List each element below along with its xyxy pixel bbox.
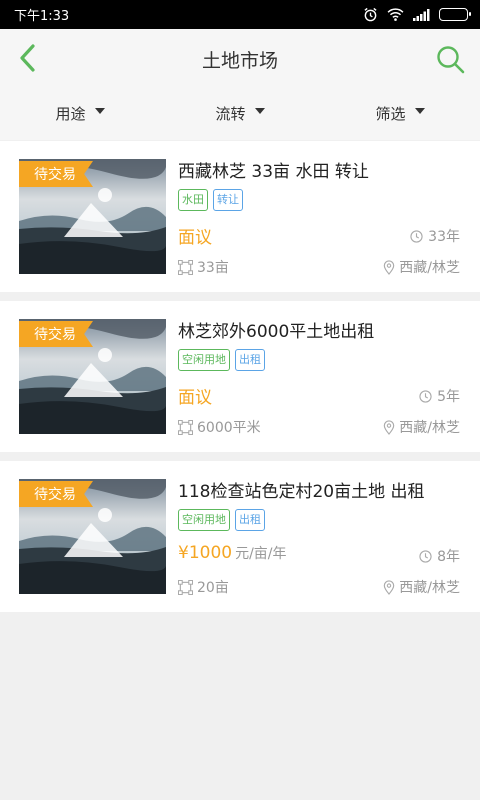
filter-transfer-label: 流转 [215,104,246,123]
price-unit: 元/亩/年 [235,546,287,562]
status-time: 下午1:33 [14,9,70,24]
status-badge-label: 待交易 [34,327,76,343]
tag-list: 水田 转让 [178,189,243,211]
location-pin-icon [383,579,395,595]
location-pin-icon [383,259,395,275]
area-icon [178,259,193,275]
land-area: 6000平米 [178,417,261,437]
price-value: 面议 [178,228,212,248]
listing-title: 西藏林芝 33亩 水田 转让 [178,162,369,182]
listing-location: 西藏/林芝 [383,577,460,597]
land-area: 20亩 [178,577,229,597]
land-area-value: 20亩 [197,580,229,596]
status-icons [363,7,471,22]
listing-thumbnail: 待交易 [19,159,166,274]
listing-title: 林芝郊外6000平土地出租 [178,322,375,342]
price-value: ¥1000 [178,543,233,563]
lease-term-value: 8年 [437,549,460,565]
status-badge: 待交易 [19,321,93,347]
listing-price: ¥1000 元/亩/年 [178,543,287,563]
listing-card[interactable]: 待交易 118检查站色定村20亩土地 出租 空闲用地 出租 ¥1000 元/亩/年 … [0,461,480,612]
listing-price: 面议 [178,383,215,408]
tag-list: 空闲用地 出租 [178,349,265,371]
land-area-value: 6000平米 [197,420,261,436]
status-badge-label: 待交易 [34,487,76,503]
lease-term: 33年 [410,226,460,246]
area-icon [178,419,193,435]
tag-badge: 出租 [235,509,265,531]
location-pin-icon [383,419,395,435]
alarm-icon [363,7,378,22]
lease-term: 5年 [419,386,460,406]
location-value: 西藏/林芝 [399,580,460,596]
search-button[interactable] [434,43,466,75]
lease-term-value: 33年 [428,229,460,245]
caret-down-icon [254,108,265,114]
filter-usage-label: 用途 [55,104,86,123]
listing-list: 待交易 西藏林芝 33亩 水田 转让 水田 转让 面议 33年 33亩 西藏/林芝 [0,141,480,621]
filter-more[interactable]: 筛选 [320,88,480,140]
tag-list: 空闲用地 出租 [178,509,265,531]
land-area-value: 33亩 [197,260,229,276]
filter-transfer[interactable]: 流转 [160,88,320,140]
location-value: 西藏/林芝 [399,420,460,436]
listing-price: 面议 [178,223,215,248]
status-badge: 待交易 [19,161,93,187]
page-title: 土地市场 [201,50,278,72]
status-badge-label: 待交易 [34,167,76,183]
listing-title: 118检查站色定村20亩土地 出租 [178,482,425,502]
filter-more-label: 筛选 [375,104,406,123]
status-badge: 待交易 [19,481,93,507]
listing-card[interactable]: 待交易 林芝郊外6000平土地出租 空闲用地 出租 面议 5年 6000平米 西藏… [0,301,480,452]
clock-icon [419,389,432,403]
filter-bar: 用途 流转 筛选 [0,88,480,140]
listing-location: 西藏/林芝 [383,257,460,277]
land-area: 33亩 [178,257,229,277]
price-value: 面议 [178,388,212,408]
area-icon [178,579,193,595]
status-bar: 下午1:33 [0,0,480,29]
listing-location: 西藏/林芝 [383,417,460,437]
tag-badge: 空闲用地 [178,349,230,371]
filter-usage[interactable]: 用途 [0,88,160,140]
clock-icon [410,229,423,243]
listing-card[interactable]: 待交易 西藏林芝 33亩 水田 转让 水田 转让 面议 33年 33亩 西藏/林芝 [0,141,480,292]
location-value: 西藏/林芝 [399,260,460,276]
tag-badge: 空闲用地 [178,509,230,531]
tag-badge: 转让 [213,189,243,211]
lease-term-value: 5年 [437,389,460,405]
search-icon [434,43,466,75]
clock-icon [419,549,432,563]
signal-icon [413,8,430,21]
app-header: 土地市场 [0,29,480,88]
listing-thumbnail: 待交易 [19,479,166,594]
battery-icon [439,8,471,21]
tag-badge: 水田 [178,189,208,211]
wifi-icon [387,8,404,21]
lease-term: 8年 [419,546,460,566]
tag-badge: 出租 [235,349,265,371]
listing-thumbnail: 待交易 [19,319,166,434]
caret-down-icon [94,108,105,114]
caret-down-icon [414,108,425,114]
